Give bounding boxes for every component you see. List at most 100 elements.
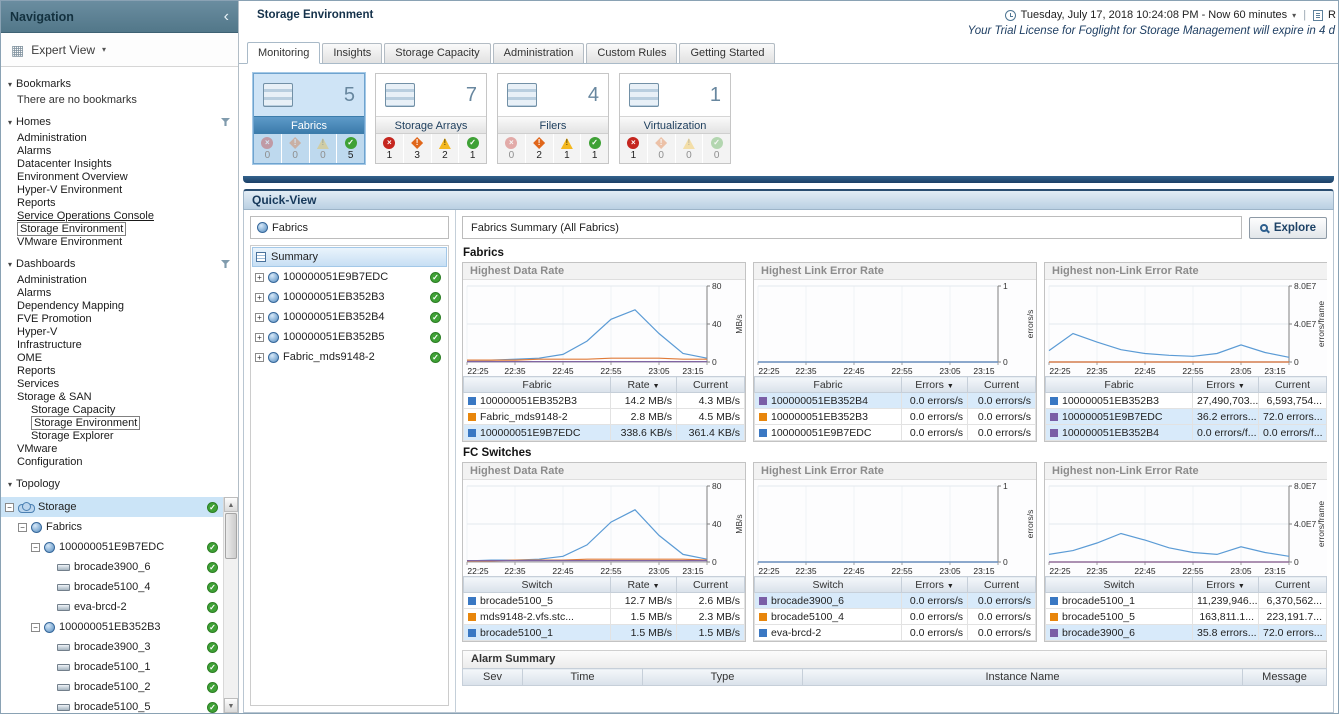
metric-row-100000051eb352b4[interactable]: 100000051EB352B40.0 errors/f...0.0 error…	[1046, 425, 1327, 441]
metric-row-100000051eb352b4[interactable]: 100000051EB352B40.0 errors/s0.0 errors/s	[755, 393, 1036, 409]
quick-view-item-fabric-mds9148-2[interactable]: +Fabric_mds9148-2✓	[252, 347, 447, 367]
alarm-column-time[interactable]: Time	[523, 669, 643, 686]
quick-view-item-summary[interactable]: Summary	[252, 247, 447, 267]
section-header-dashboards[interactable]: ▾Dashboards	[8, 258, 230, 270]
metric-row-brocade5100-5[interactable]: brocade5100_5163,811.1...223,191.7...	[1046, 609, 1327, 625]
quick-view-item-100000051eb352b4[interactable]: +100000051EB352B4✓	[252, 307, 447, 327]
dashboards-item-storage-environment[interactable]: Storage Environment	[1, 417, 238, 430]
metric-row-eva-brcd-2[interactable]: eva-brcd-20.0 errors/s0.0 errors/s	[755, 625, 1036, 641]
tab-storage-capacity[interactable]: Storage Capacity	[384, 43, 490, 63]
tile-filers[interactable]: 4Filers×0!2!1✓1	[497, 73, 609, 164]
column-header-switch[interactable]: Switch	[1046, 577, 1193, 593]
tile-storage-arrays[interactable]: 7Storage Arrays×1!3!2✓1	[375, 73, 487, 164]
quick-view-item-100000051eb352b3[interactable]: +100000051EB352B3✓	[252, 287, 447, 307]
dashboards-item-alarms[interactable]: Alarms	[1, 287, 238, 300]
tab-getting-started[interactable]: Getting Started	[679, 43, 775, 63]
expand-box-icon[interactable]: +	[255, 273, 264, 282]
section-header-bookmarks[interactable]: ▾Bookmarks	[8, 78, 230, 90]
column-header-switch[interactable]: Switch	[464, 577, 611, 593]
scroll-down-button[interactable]: ▼	[224, 698, 238, 713]
metric-row-fabric-mds9148-2[interactable]: Fabric_mds9148-22.8 MB/s4.5 MB/s	[464, 409, 745, 425]
scrollbar-thumb[interactable]	[225, 513, 237, 559]
section-header-topology[interactable]: ▾Topology	[8, 478, 230, 490]
metric-row-100000051e9b7edc[interactable]: 100000051E9B7EDC0.0 errors/s0.0 errors/s	[755, 425, 1036, 441]
topology-node-brocade5100-1[interactable]: brocade5100_1✓	[1, 657, 238, 677]
dashboards-item-configuration[interactable]: Configuration	[1, 456, 238, 469]
quick-view-item-100000051eb352b5[interactable]: +100000051EB352B5✓	[252, 327, 447, 347]
reports-icon[interactable]	[1313, 10, 1323, 21]
expand-box-icon[interactable]: +	[255, 313, 264, 322]
filter-icon[interactable]	[221, 260, 230, 268]
column-header-current[interactable]: Current	[677, 577, 745, 593]
collapse-panel-chevron-icon[interactable]: ‹	[224, 10, 229, 24]
tile-fabrics[interactable]: 5Fabrics×0!0!0✓5	[253, 73, 365, 164]
tab-custom-rules[interactable]: Custom Rules	[586, 43, 677, 63]
metric-row-100000051e9b7edc[interactable]: 100000051E9B7EDC338.6 KB/s361.4 KB/s	[464, 425, 745, 441]
column-header-errors[interactable]: Errors▼	[902, 577, 968, 593]
homes-item-hyper-v-environment[interactable]: Hyper-V Environment	[1, 184, 238, 197]
time-range-chevron-down-icon[interactable]: ▾	[1292, 11, 1296, 20]
dashboards-item-dependency-mapping[interactable]: Dependency Mapping	[1, 300, 238, 313]
metric-row-brocade5100-1[interactable]: brocade5100_11.5 MB/s1.5 MB/s	[464, 625, 745, 641]
time-range-control[interactable]: Tuesday, July 17, 2018 10:24:08 PM - Now…	[1005, 9, 1336, 21]
column-header-current[interactable]: Current	[677, 377, 745, 393]
column-header-current[interactable]: Current	[968, 377, 1036, 393]
column-header-rate[interactable]: Rate▼	[611, 377, 677, 393]
alarm-column-instance-name[interactable]: Instance Name	[803, 669, 1243, 686]
tile-virtualization[interactable]: 1Virtualization×1!0!0✓0	[619, 73, 731, 164]
column-header-errors[interactable]: Errors▼	[1193, 577, 1259, 593]
alarm-column-sev[interactable]: Sev	[463, 669, 523, 686]
metric-row-brocade5100-1[interactable]: brocade5100_111,239,946...6,370,562...	[1046, 593, 1327, 609]
tab-insights[interactable]: Insights	[322, 43, 382, 63]
homes-item-vmware-environment[interactable]: VMware Environment	[1, 236, 238, 249]
quick-view-item-100000051e9b7edc[interactable]: +100000051E9B7EDC✓	[252, 267, 447, 287]
topology-node-100000051e9b7edc[interactable]: −100000051E9B7EDC✓	[1, 537, 238, 557]
dashboards-item-storage-san[interactable]: Storage & SAN	[1, 391, 238, 404]
topology-node-eva-brcd-2[interactable]: eva-brcd-2✓	[1, 597, 238, 617]
homes-item-alarms[interactable]: Alarms	[1, 145, 238, 158]
metric-row-100000051eb352b3[interactable]: 100000051EB352B30.0 errors/s0.0 errors/s	[755, 409, 1036, 425]
metric-row-100000051eb352b3[interactable]: 100000051EB352B327,490,703...6,593,754..…	[1046, 393, 1327, 409]
explore-button[interactable]: Explore	[1249, 217, 1327, 239]
tab-monitoring[interactable]: Monitoring	[247, 42, 320, 64]
dashboards-item-vmware[interactable]: VMware	[1, 443, 238, 456]
dashboards-item-ome[interactable]: OME	[1, 352, 238, 365]
metric-row-brocade3900-6[interactable]: brocade3900_60.0 errors/s0.0 errors/s	[755, 593, 1036, 609]
metric-row-brocade5100-4[interactable]: brocade5100_40.0 errors/s0.0 errors/s	[755, 609, 1036, 625]
metric-row-brocade3900-6[interactable]: brocade3900_635.8 errors...72.0 errors..…	[1046, 625, 1327, 641]
topology-scrollbar[interactable]: ▲▼	[223, 497, 238, 713]
topology-node-brocade3900-3[interactable]: brocade3900_3✓	[1, 637, 238, 657]
column-header-fabric[interactable]: Fabric	[1046, 377, 1193, 393]
homes-item-datacenter-insights[interactable]: Datacenter Insights	[1, 158, 238, 171]
reports-label-truncated[interactable]: R	[1328, 9, 1336, 21]
scroll-up-button[interactable]: ▲	[224, 497, 238, 512]
alarm-column-message[interactable]: Message	[1243, 669, 1327, 686]
filter-icon[interactable]	[221, 118, 230, 126]
topology-node-fabrics[interactable]: −Fabrics	[1, 517, 238, 537]
collapse-box-icon[interactable]: −	[18, 523, 27, 532]
metric-row-brocade5100-5[interactable]: brocade5100_512.7 MB/s2.6 MB/s	[464, 593, 745, 609]
homes-item-storage-environment[interactable]: Storage Environment	[1, 223, 238, 236]
topology-node-storage[interactable]: −Storage✓	[1, 497, 238, 517]
topology-node-brocade5100-2[interactable]: brocade5100_2✓	[1, 677, 238, 697]
metric-row-100000051e9b7edc[interactable]: 100000051E9B7EDC36.2 errors...72.0 error…	[1046, 409, 1327, 425]
dashboards-item-fve-promotion[interactable]: FVE Promotion	[1, 313, 238, 326]
expand-box-icon[interactable]: +	[255, 293, 264, 302]
topology-node-brocade5100-4[interactable]: brocade5100_4✓	[1, 577, 238, 597]
expand-box-icon[interactable]: +	[255, 333, 264, 342]
column-header-switch[interactable]: Switch	[755, 577, 902, 593]
homes-item-reports[interactable]: Reports	[1, 197, 238, 210]
topology-node-100000051eb352b3[interactable]: −100000051EB352B3✓	[1, 617, 238, 637]
dashboards-item-administration[interactable]: Administration	[1, 274, 238, 287]
tab-administration[interactable]: Administration	[493, 43, 585, 63]
column-header-errors[interactable]: Errors▼	[902, 377, 968, 393]
metric-row-100000051eb352b3[interactable]: 100000051EB352B314.2 MB/s4.3 MB/s	[464, 393, 745, 409]
topology-node-brocade5100-5[interactable]: brocade5100_5✓	[1, 697, 238, 713]
expand-box-icon[interactable]: +	[255, 353, 264, 362]
column-header-fabric[interactable]: Fabric	[464, 377, 611, 393]
column-header-errors[interactable]: Errors▼	[1193, 377, 1259, 393]
section-header-homes[interactable]: ▾Homes	[8, 116, 230, 128]
column-header-current[interactable]: Current	[968, 577, 1036, 593]
dashboards-item-services[interactable]: Services	[1, 378, 238, 391]
topology-node-brocade3900-6[interactable]: brocade3900_6✓	[1, 557, 238, 577]
